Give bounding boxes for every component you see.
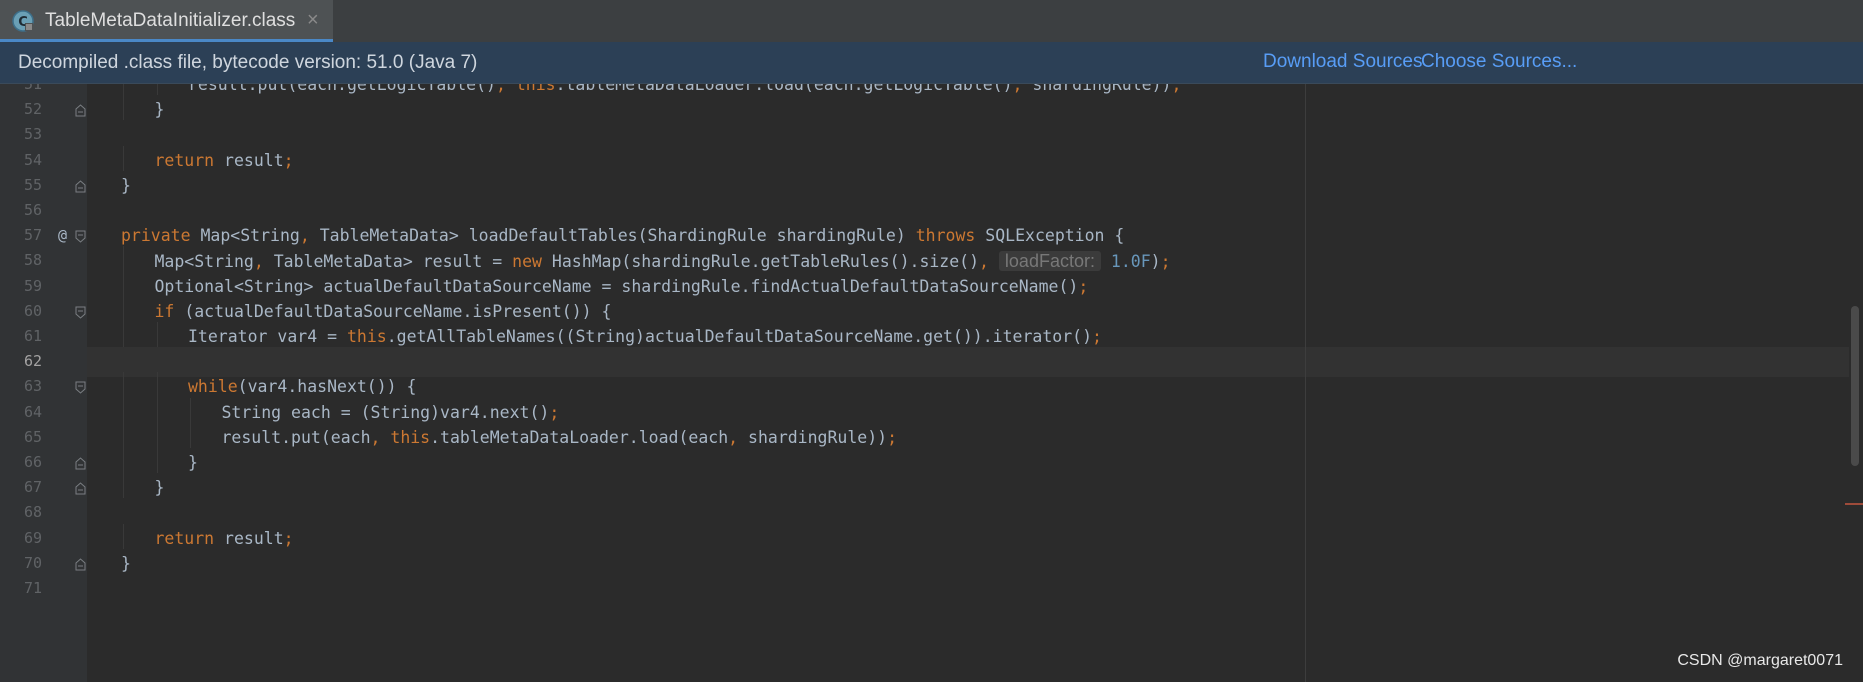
line-number: 67 <box>23 478 42 497</box>
indent-guide <box>123 448 124 474</box>
indent-guide <box>123 246 124 272</box>
indent-guide <box>123 322 124 348</box>
line-number: 51 <box>23 84 42 93</box>
indent-guide <box>156 397 158 423</box>
close-icon[interactable]: × <box>307 9 319 32</box>
code-line: } <box>188 453 198 472</box>
code-line: } <box>154 478 165 498</box>
line-number: 71 <box>23 579 42 597</box>
watermark: CSDN @margaret0071 <box>1677 652 1843 669</box>
line-number: 65 <box>23 427 42 446</box>
fold-end-icon[interactable] <box>75 558 86 571</box>
fold-start-icon[interactable] <box>75 230 86 243</box>
code-line: result.put(each, this.tableMetaDataLoade… <box>221 427 898 447</box>
fold-end-icon[interactable] <box>75 180 86 193</box>
indent-guide <box>190 397 191 423</box>
fold-start-icon[interactable] <box>75 381 86 395</box>
line-number: 66 <box>23 453 42 471</box>
line-number: 55 <box>23 175 42 194</box>
code-line: } <box>121 175 131 195</box>
code-editor[interactable]: 51 52 53 54 55 56 57 58 59 60 61 62 63 64 65 66 67 68 69 70… <box>0 84 1863 682</box>
indent-guide <box>123 372 124 398</box>
line-number: 64 <box>23 402 42 421</box>
indent-guide <box>123 523 124 549</box>
line-number: 56 <box>23 201 42 219</box>
indent-guide <box>156 422 158 448</box>
code-line: Iterator var4 = this.getAllTableNames((S… <box>188 327 1102 346</box>
right-margin-guide <box>1305 84 1306 682</box>
line-number: 63 <box>23 377 42 396</box>
fold-end-icon[interactable] <box>75 482 86 495</box>
error-stripe-marker[interactable] <box>1845 503 1863 505</box>
line-number-gutter: 51 52 53 54 55 56 57 58 59 60 61 62 63 64 65 66 67 68 69 70… <box>0 84 87 682</box>
indent-guide <box>190 422 191 448</box>
code-line: return result; <box>154 150 294 170</box>
indent-guide <box>123 271 124 297</box>
line-number: 61 <box>23 327 42 345</box>
indent-guide <box>123 422 124 448</box>
download-sources-link[interactable]: Download Sources <box>1263 51 1422 73</box>
indent-guide <box>123 397 124 423</box>
editor-tab-bar: C TableMetaDataInitializer.class × <box>0 0 1863 43</box>
code-line: return result; <box>154 528 294 548</box>
fold-start-icon[interactable] <box>75 306 86 319</box>
indent-guide <box>123 95 124 121</box>
tab-title: TableMetaDataInitializer.class <box>45 10 296 31</box>
indent-guide <box>156 372 158 398</box>
line-number: 60 <box>23 301 42 320</box>
decompiled-banner: Decompiled .class file, bytecode version… <box>0 42 1863 84</box>
fold-end-icon[interactable] <box>75 104 86 117</box>
indent-guide <box>123 296 124 322</box>
indent-guide <box>156 322 158 348</box>
banner-message: Decompiled .class file, bytecode version… <box>18 52 478 73</box>
scrollbar-thumb[interactable] <box>1851 306 1859 466</box>
line-number: 62 <box>23 352 42 371</box>
line-number: 69 <box>23 528 42 547</box>
line-number: 57 <box>23 226 42 245</box>
line-number: 54 <box>23 150 42 169</box>
parameter-hint: loadFactor: <box>998 251 1101 272</box>
line-number: 59 <box>23 276 42 295</box>
vertical-scrollbar[interactable] <box>1849 84 1863 682</box>
line-number: 68 <box>23 503 42 522</box>
code-line: } <box>121 553 131 573</box>
indent-guide <box>156 84 158 96</box>
indent-guide <box>123 145 124 171</box>
tab-table-meta-data-initializer[interactable]: C TableMetaDataInitializer.class × <box>0 0 333 42</box>
class-file-icon: C <box>12 10 34 32</box>
line-number: 70 <box>23 553 42 572</box>
line-number: 52 <box>23 100 42 119</box>
choose-sources-link[interactable]: Choose Sources... <box>1421 51 1577 73</box>
indent-guide <box>123 473 124 499</box>
fold-end-icon[interactable] <box>75 457 86 470</box>
indent-guide <box>123 84 124 96</box>
code-line: result.put(each.getLogicTable(), this.ta… <box>188 84 1182 94</box>
line-number: 58 <box>23 251 42 270</box>
indent-guide <box>156 448 158 474</box>
line-number: 53 <box>23 125 42 144</box>
override-marker-icon[interactable]: @ <box>58 226 67 244</box>
code-line: } <box>154 100 165 120</box>
